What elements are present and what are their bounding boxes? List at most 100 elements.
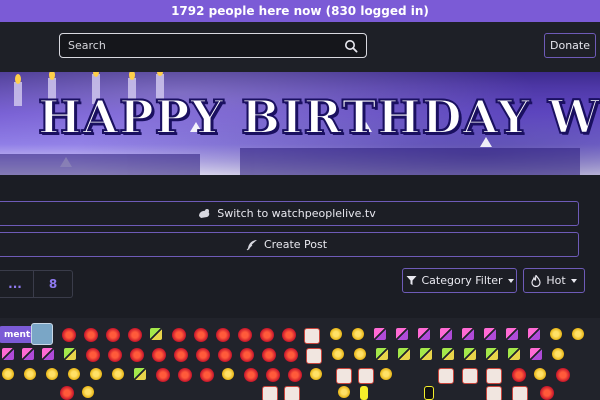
search-placeholder: Search bbox=[68, 39, 106, 52]
emote-icon[interactable] bbox=[288, 368, 302, 382]
emote-icon[interactable] bbox=[60, 386, 74, 400]
emote-icon[interactable] bbox=[106, 328, 120, 342]
emote-icon[interactable] bbox=[172, 328, 186, 342]
emote-icon[interactable] bbox=[486, 348, 498, 360]
emote-icon[interactable] bbox=[68, 368, 80, 380]
emote-icon[interactable] bbox=[284, 348, 298, 362]
emote-icon[interactable] bbox=[376, 348, 388, 360]
emote-icon[interactable] bbox=[130, 348, 144, 362]
emote-badge[interactable] bbox=[424, 386, 434, 400]
emote-icon[interactable] bbox=[380, 368, 392, 380]
emote-icon[interactable] bbox=[310, 368, 322, 380]
navbar: Search Donate bbox=[0, 22, 600, 72]
emote-icon[interactable] bbox=[62, 328, 76, 342]
emote-icon[interactable] bbox=[82, 386, 94, 398]
emote-row-3 bbox=[0, 368, 600, 386]
emote-badge[interactable] bbox=[360, 386, 368, 400]
emote-icon[interactable] bbox=[418, 328, 430, 340]
emote-icon[interactable] bbox=[46, 368, 58, 380]
emote-icon[interactable] bbox=[152, 348, 166, 362]
emote-icon[interactable] bbox=[282, 328, 296, 342]
emote-icon[interactable] bbox=[194, 328, 208, 342]
emote-icon[interactable] bbox=[240, 348, 254, 362]
donate-button[interactable]: Donate bbox=[544, 33, 596, 58]
emote-icon[interactable] bbox=[550, 328, 562, 340]
emote-icon[interactable] bbox=[484, 328, 496, 340]
emote-icon[interactable] bbox=[440, 328, 452, 340]
emote-icon[interactable] bbox=[284, 386, 300, 400]
online-count-bar: 1792 people here now (830 logged in) bbox=[0, 0, 600, 22]
emote-icon[interactable] bbox=[262, 348, 276, 362]
emote-icon[interactable] bbox=[112, 368, 124, 380]
emote-icon[interactable] bbox=[128, 328, 142, 342]
emote-icon[interactable] bbox=[304, 328, 320, 344]
emote-icon[interactable] bbox=[108, 348, 122, 362]
sort-hot-button[interactable]: Hot bbox=[523, 268, 585, 293]
emote-icon[interactable] bbox=[374, 328, 386, 340]
emote-icon[interactable] bbox=[338, 386, 350, 398]
emote-icon[interactable] bbox=[442, 348, 454, 360]
emote-icon[interactable] bbox=[534, 368, 546, 380]
emote-icon[interactable] bbox=[174, 348, 188, 362]
emote-icon[interactable] bbox=[530, 348, 542, 360]
emote-icon[interactable] bbox=[86, 348, 100, 362]
emote-icon[interactable] bbox=[200, 368, 214, 382]
emote-icon[interactable] bbox=[150, 328, 162, 340]
search-input[interactable]: Search bbox=[59, 33, 367, 58]
create-post-label: Create Post bbox=[263, 238, 328, 251]
emote-icon[interactable] bbox=[512, 386, 528, 400]
pagination: ... 8 bbox=[0, 270, 73, 298]
filter-icon bbox=[406, 276, 416, 285]
emote-icon[interactable] bbox=[528, 328, 540, 340]
emote-icon[interactable] bbox=[244, 368, 258, 382]
pagination-ellipsis[interactable]: ... bbox=[0, 270, 34, 298]
emote-icon[interactable] bbox=[354, 348, 366, 360]
emote-icon[interactable] bbox=[486, 386, 502, 400]
emote-icon[interactable] bbox=[306, 348, 322, 364]
emote-icon[interactable] bbox=[22, 348, 34, 360]
emote-icon[interactable] bbox=[64, 348, 76, 360]
emote-icon[interactable] bbox=[464, 348, 476, 360]
emote-icon[interactable] bbox=[540, 386, 554, 400]
emote-icon[interactable] bbox=[90, 368, 102, 380]
emote-icon[interactable] bbox=[266, 368, 280, 382]
emote-icon[interactable] bbox=[24, 368, 36, 380]
emote-icon[interactable] bbox=[222, 368, 234, 380]
emote-icon[interactable] bbox=[552, 348, 564, 360]
emote-icon[interactable] bbox=[134, 368, 146, 380]
emote-icon[interactable] bbox=[238, 328, 252, 342]
emote-icon[interactable] bbox=[330, 328, 342, 340]
category-filter-button[interactable]: Category Filter bbox=[402, 268, 517, 293]
emote-icon[interactable] bbox=[336, 368, 352, 384]
emote-icon[interactable] bbox=[486, 368, 502, 384]
emote-icon[interactable] bbox=[396, 328, 408, 340]
emote-icon[interactable] bbox=[506, 328, 518, 340]
create-post-button[interactable]: Create Post bbox=[0, 232, 579, 257]
emote-icon[interactable] bbox=[462, 368, 478, 384]
switch-site-button[interactable]: Switch to watchpeoplelive.tv bbox=[0, 201, 579, 226]
emote-icon[interactable] bbox=[420, 348, 432, 360]
emote-icon[interactable] bbox=[2, 348, 14, 360]
emote-icon[interactable] bbox=[262, 386, 278, 400]
emote-icon[interactable] bbox=[196, 348, 210, 362]
emote-icon[interactable] bbox=[358, 368, 374, 384]
emote-icon[interactable] bbox=[438, 368, 454, 384]
emote-icon[interactable] bbox=[352, 328, 364, 340]
emote-icon[interactable] bbox=[84, 328, 98, 342]
emote-icon[interactable] bbox=[512, 368, 526, 382]
emote-icon[interactable] bbox=[398, 348, 410, 360]
emote-icon[interactable] bbox=[260, 328, 274, 342]
emote-icon[interactable] bbox=[556, 368, 570, 382]
emote-icon[interactable] bbox=[462, 328, 474, 340]
emote-icon[interactable] bbox=[218, 348, 232, 362]
search-icon[interactable] bbox=[344, 39, 358, 53]
emote-icon[interactable] bbox=[572, 328, 584, 340]
emote-icon[interactable] bbox=[42, 348, 54, 360]
emote-icon[interactable] bbox=[508, 348, 520, 360]
emote-icon[interactable] bbox=[2, 368, 14, 380]
emote-icon[interactable] bbox=[216, 328, 230, 342]
emote-icon[interactable] bbox=[156, 368, 170, 382]
emote-icon[interactable] bbox=[178, 368, 192, 382]
emote-icon[interactable] bbox=[332, 348, 344, 360]
pagination-page-8[interactable]: 8 bbox=[34, 270, 73, 298]
